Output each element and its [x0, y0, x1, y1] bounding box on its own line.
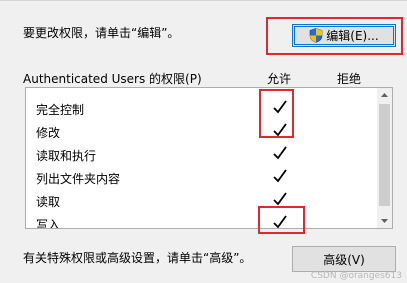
write-allow-highlight	[258, 206, 305, 234]
allow-checks-highlight	[259, 89, 294, 138]
chevron-down-icon	[381, 219, 388, 223]
permission-name: 列出文件夹内容	[36, 172, 121, 186]
permission-name: 完全控制	[36, 103, 85, 117]
scroll-up-button[interactable]	[377, 88, 392, 102]
advanced-instruction: 有关特殊权限或高级设置，请单击“高级”。	[23, 251, 252, 265]
permission-row[interactable]: 完全控制	[26, 97, 378, 120]
edit-instruction: 要更改权限，请单击“编辑”。	[23, 26, 180, 40]
permission-row[interactable]: 读取和执行	[26, 143, 378, 166]
permission-name: 读取和执行	[36, 149, 97, 163]
permission-name: 修改	[36, 126, 61, 140]
permission-name: 读取	[36, 195, 61, 209]
permission-name: 写入	[36, 218, 61, 229]
permissions-header: Authenticated Users 的权限(P)	[23, 72, 202, 86]
deny-column-header: 拒绝	[337, 72, 362, 86]
watermark: CSDN @oranges613	[310, 271, 402, 281]
edit-button-highlight	[266, 17, 403, 55]
top-divider	[0, 0, 407, 1]
permission-row[interactable]: 列出文件夹内容	[26, 166, 378, 189]
allow-checkmark-icon[interactable]	[272, 167, 288, 185]
vertical-scrollbar[interactable]	[377, 88, 392, 228]
chevron-up-icon	[381, 93, 388, 97]
permission-row[interactable]: 读取	[26, 189, 378, 212]
advanced-button-label: 高级(V)	[323, 252, 365, 267]
scrollbar-thumb[interactable]	[379, 104, 390, 206]
scroll-down-button[interactable]	[377, 214, 392, 228]
advanced-button[interactable]: 高级(V)	[292, 246, 396, 272]
permission-row[interactable]: 修改	[26, 120, 378, 143]
permissions-list[interactable]: 完全控制 修改 读取和执行 列出文件夹内容 读取 写入	[25, 87, 393, 229]
permission-row[interactable]: 写入	[26, 212, 378, 229]
allow-checkmark-icon[interactable]	[272, 144, 288, 162]
allow-column-header: 允许	[267, 72, 292, 86]
